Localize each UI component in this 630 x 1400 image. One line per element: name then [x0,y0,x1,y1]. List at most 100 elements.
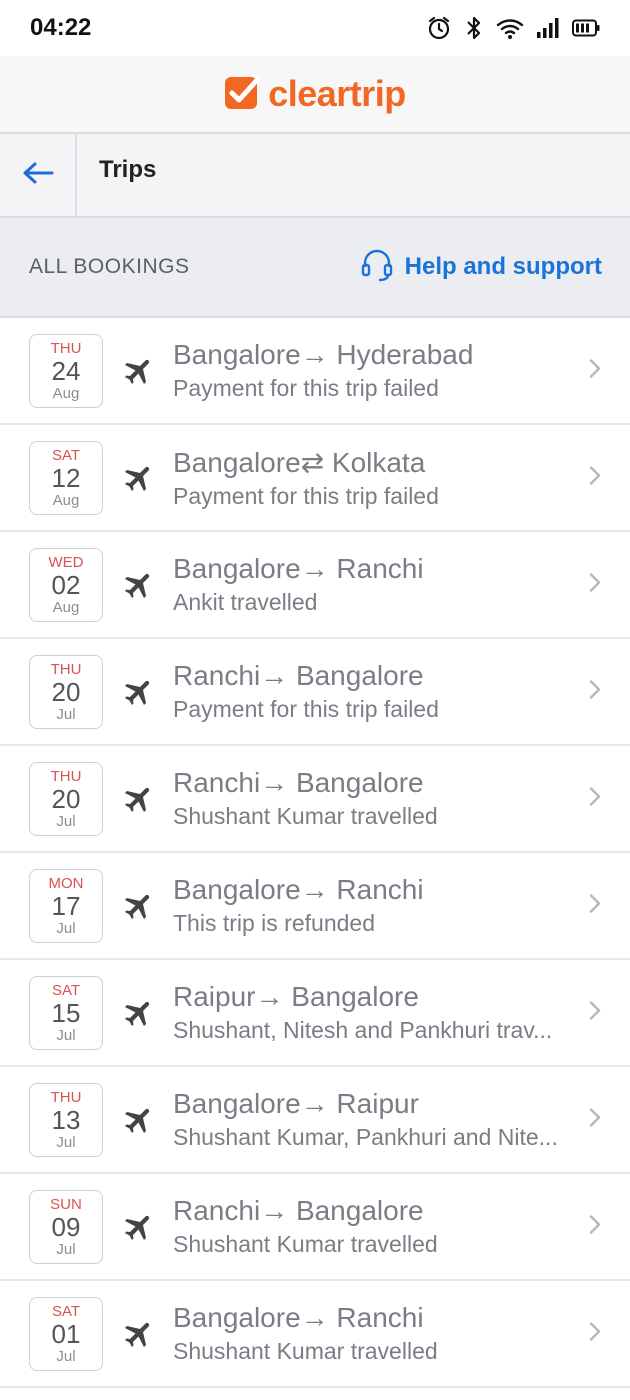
logo-text: cleartrip [268,73,406,114]
trip-route: Ranchi→ Bangalore [173,660,424,691]
trip-row[interactable]: SAT 12 Aug Bangalore⇄ Kolkata Payment fo… [0,425,630,532]
trip-row[interactable]: SAT 15 Jul Raipur→ Bangalore Shushant, N… [0,960,630,1067]
trip-day: 20 [51,783,81,814]
trip-month: Jul [56,1026,76,1044]
trip-status: Shushant Kumar travelled [173,1231,438,1257]
trip-status: Payment for this trip failed [173,696,439,722]
airplane-icon [121,567,157,603]
date-badge: SAT 12 Aug [29,440,103,515]
trip-weekday: SAT [51,1302,81,1320]
trip-row[interactable]: THU 24 Aug Bangalore→ Hyderabad Payment … [0,318,630,425]
status-bar: 04:22 [0,0,630,56]
date-badge: THU 20 Jul [29,654,103,729]
airplane-icon [121,995,157,1031]
trip-status: Shushant Kumar travelled [173,803,438,829]
back-button[interactable] [0,134,77,216]
trip-month: Jul [56,1347,76,1365]
status-time: 04:22 [30,14,92,41]
date-badge: THU 13 Jul [29,1082,103,1157]
trip-row[interactable]: SAT 01 Jul Bangalore→ Ranchi Shushant Ku… [0,1281,630,1388]
trip-route: Bangalore⇄ Kolkata [173,446,426,478]
help-and-support-button[interactable]: Help and support [361,248,602,287]
battery-icon [572,19,600,37]
trip-month: Jul [56,919,76,937]
date-badge: THU 24 Aug [29,333,103,408]
trip-status: This trip is refunded [173,910,375,936]
chevron-right-icon [588,571,602,598]
airplane-icon [121,674,157,710]
trip-route: Bangalore→ Ranchi [173,1302,424,1333]
status-icons [426,15,600,41]
trip-weekday: THU [50,660,82,678]
trip-info: Bangalore→ Raipur Shushant Kumar, Pankhu… [173,1088,630,1151]
trip-status: Shushant Kumar travelled [173,1338,438,1364]
trip-month: Aug [52,384,80,402]
brand-header: cleartrip [0,56,630,134]
chevron-right-icon [588,357,602,384]
trip-status: Payment for this trip failed [173,482,439,509]
trip-row[interactable]: THU 20 Jul Ranchi→ Bangalore Payment for… [0,639,630,746]
airplane-icon [121,460,157,496]
trip-weekday: WED [48,553,84,571]
trip-month: Jul [56,812,76,830]
trip-status: Shushant, Nitesh and Pankhuri trav... [173,1017,553,1043]
headset-icon [361,248,393,287]
trip-route: Bangalore→ Ranchi [173,874,424,905]
trip-info: Bangalore⇄ Kolkata Payment for this trip… [173,446,630,510]
trip-info: Ranchi→ Bangalore Payment for this trip … [173,660,630,723]
trip-info: Bangalore→ Ranchi Shushant Kumar travell… [173,1302,630,1365]
trip-info: Ranchi→ Bangalore Shushant Kumar travell… [173,767,630,830]
cleartrip-logo: cleartrip [224,73,406,115]
trip-row[interactable]: WED 02 Aug Bangalore→ Ranchi Ankit trave… [0,532,630,639]
trip-day: 02 [51,569,81,600]
airplane-icon [121,353,157,389]
trip-day: 24 [51,355,81,386]
trip-day: 01 [51,1318,81,1349]
trip-info: Ranchi→ Bangalore Shushant Kumar travell… [173,1195,630,1258]
trip-status: Shushant Kumar, Pankhuri and Nite... [173,1124,558,1150]
trip-row[interactable]: THU 20 Jul Ranchi→ Bangalore Shushant Ku… [0,746,630,853]
bookings-header: ALL BOOKINGS Help and support [0,218,630,318]
bluetooth-icon [464,15,484,41]
airplane-icon [121,1316,157,1352]
trip-status: Payment for this trip failed [173,375,439,401]
chevron-right-icon [588,678,602,705]
date-badge: WED 02 Aug [29,547,103,622]
trip-weekday: THU [50,767,82,785]
trip-row[interactable]: SUN 09 Jul Ranchi→ Bangalore Shushant Ku… [0,1174,630,1281]
airplane-icon [121,888,157,924]
airplane-icon [121,1102,157,1138]
arrow-left-icon [22,161,54,190]
trip-list: THU 24 Aug Bangalore→ Hyderabad Payment … [0,318,630,1388]
airplane-icon [121,1209,157,1245]
trip-info: Bangalore→ Ranchi This trip is refunded [173,874,630,937]
help-label: Help and support [404,253,602,280]
section-title: ALL BOOKINGS [29,255,190,278]
trip-month: Jul [56,1133,76,1151]
trip-month: Aug [52,491,80,509]
trip-weekday: SAT [51,446,81,464]
nav-bar: Trips [0,134,630,218]
trip-day: 20 [51,676,81,707]
date-badge: THU 20 Jul [29,761,103,836]
trip-route: Bangalore→ Hyderabad [173,339,474,370]
alarm-icon [426,15,452,41]
chevron-right-icon [588,999,602,1026]
trip-day: 12 [51,462,81,493]
trip-weekday: SUN [50,1195,82,1213]
trip-route: Raipur→ Bangalore [173,981,419,1012]
chevron-right-icon [588,1320,602,1347]
trip-status: Ankit travelled [173,589,318,615]
trip-route: Ranchi→ Bangalore [173,767,424,798]
checkmark-logo-icon [224,74,260,115]
trip-info: Raipur→ Bangalore Shushant, Nitesh and P… [173,981,630,1044]
trip-row[interactable]: MON 17 Jul Bangalore→ Ranchi This trip i… [0,853,630,960]
date-badge: SAT 15 Jul [29,975,103,1050]
signal-icon [536,17,560,39]
trip-month: Jul [56,705,76,723]
trip-route: Bangalore→ Raipur [173,1088,419,1119]
chevron-right-icon [588,1106,602,1133]
trip-weekday: THU [50,339,82,357]
trip-row[interactable]: THU 13 Jul Bangalore→ Raipur Shushant Ku… [0,1067,630,1174]
chevron-right-icon [588,892,602,919]
